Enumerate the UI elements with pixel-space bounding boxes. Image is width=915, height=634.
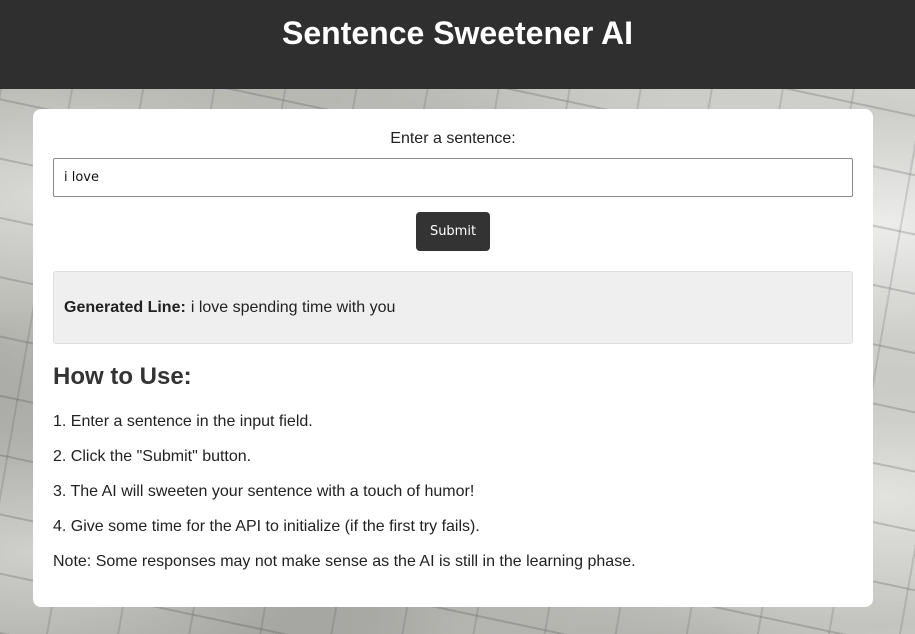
main-card: Enter a sentence: Submit Generated Line:… <box>33 109 873 607</box>
note-text: Note: Some responses may not make sense … <box>53 553 636 570</box>
app-header: Sentence Sweetener AI <box>0 0 915 89</box>
instruction-step: 3. The AI will sweeten your sentence wit… <box>53 483 475 500</box>
sentence-input[interactable] <box>53 158 853 197</box>
sentence-label: Enter a sentence: <box>390 130 516 147</box>
how-to-use-heading: How to Use: <box>53 363 192 390</box>
instructions-list: 1. Enter a sentence in the input field. … <box>53 412 480 552</box>
instruction-step: 4. Give some time for the API to initial… <box>53 518 480 535</box>
generated-line-box: Generated Line: i love spending time wit… <box>53 271 853 344</box>
submit-button[interactable]: Submit <box>416 212 490 251</box>
instruction-step: 2. Click the "Submit" button. <box>53 448 252 465</box>
page-title: Sentence Sweetener AI <box>282 15 633 51</box>
instruction-step: 1. Enter a sentence in the input field. <box>53 413 313 430</box>
generated-line-label: Generated Line: <box>64 298 186 316</box>
generated-line-text: i love spending time with you <box>190 298 396 316</box>
